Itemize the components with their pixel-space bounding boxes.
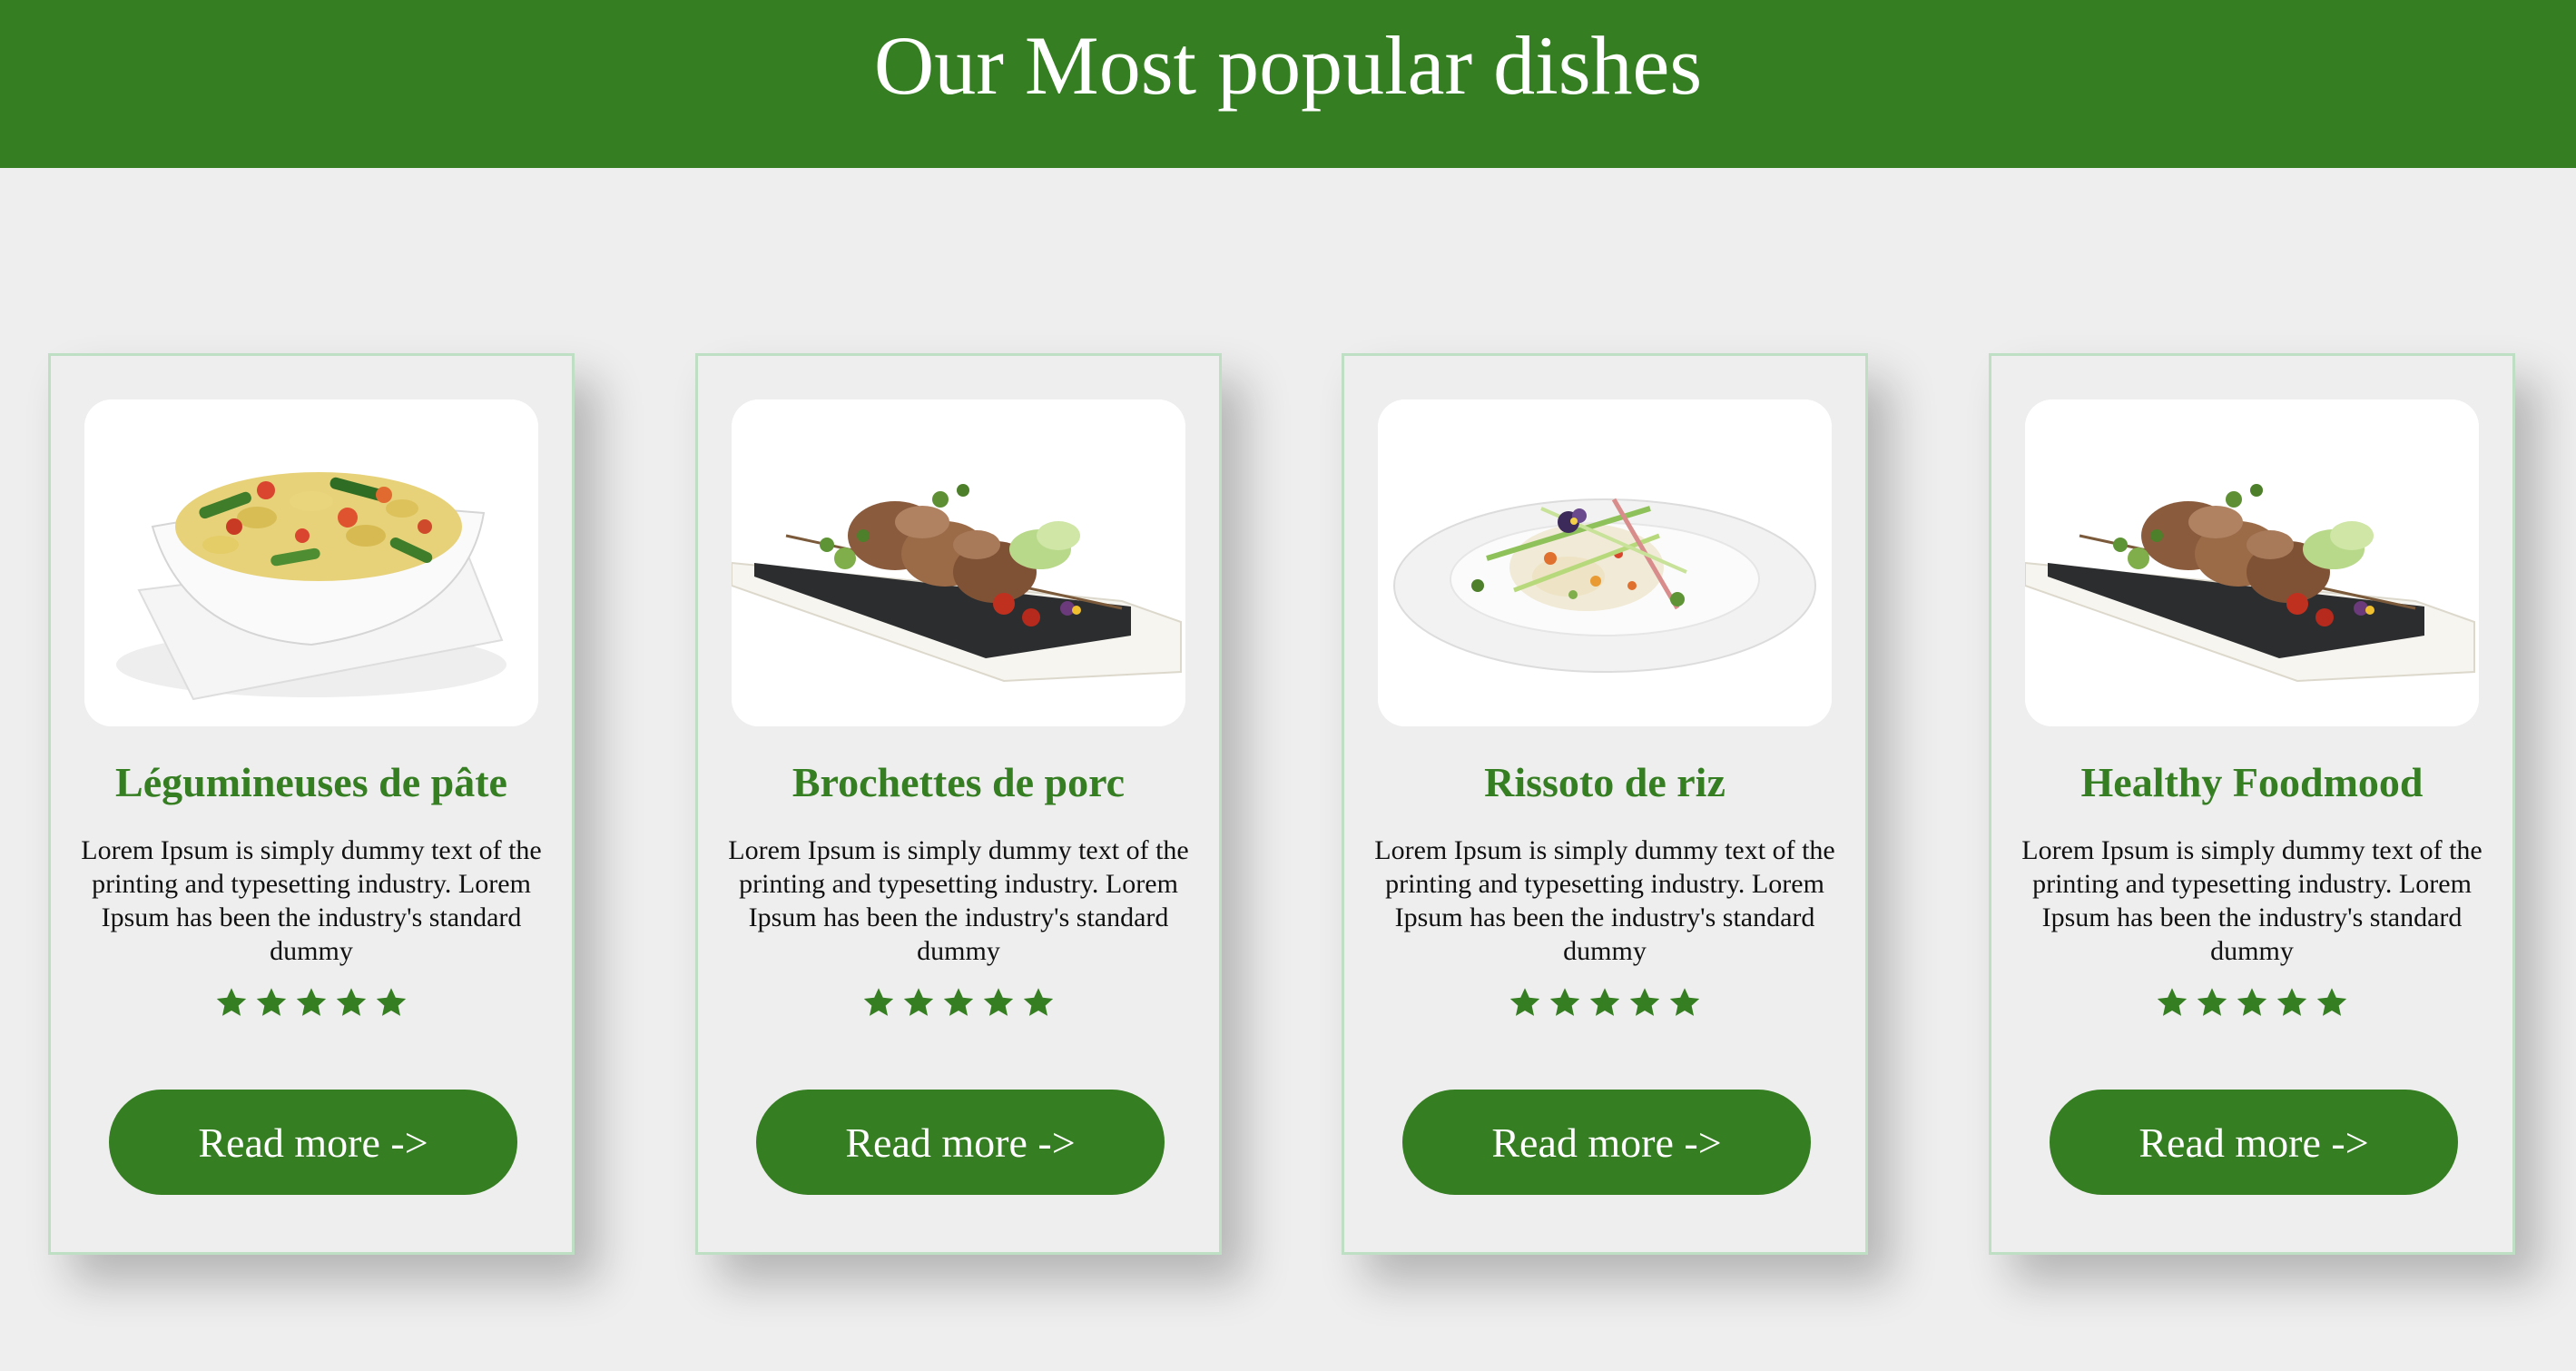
dish-photo-risotto bbox=[1378, 399, 1832, 726]
star-icon bbox=[2237, 988, 2267, 1016]
star-icon bbox=[943, 988, 974, 1016]
star-icon bbox=[2157, 988, 2188, 1016]
dish-description: Lorem Ipsum is simply dummy text of the … bbox=[81, 835, 542, 966]
star-icon bbox=[1629, 988, 1660, 1016]
star-icon bbox=[2316, 988, 2347, 1016]
star-icon bbox=[2276, 988, 2307, 1016]
dish-photo-skewers bbox=[732, 399, 1185, 726]
star-icon bbox=[2197, 988, 2227, 1016]
star-icon bbox=[1549, 988, 1580, 1016]
dish-card: Brochettes de porc Lorem Ipsum is simply… bbox=[695, 353, 1222, 1255]
star-icon bbox=[256, 988, 287, 1016]
dish-description: Lorem Ipsum is simply dummy text of the … bbox=[728, 835, 1189, 966]
rating-stars bbox=[698, 986, 1219, 1026]
star-icon bbox=[376, 988, 407, 1016]
star-icon bbox=[1589, 988, 1620, 1016]
dish-title: Healthy Foodmood bbox=[2080, 759, 2424, 805]
rating-stars bbox=[1991, 986, 2512, 1026]
rating-stars bbox=[51, 986, 572, 1026]
rating-stars bbox=[1344, 986, 1865, 1026]
dish-description: Lorem Ipsum is simply dummy text of the … bbox=[2021, 835, 2483, 966]
star-icon bbox=[296, 988, 327, 1016]
read-more-button[interactable]: Read more -> bbox=[109, 1090, 517, 1195]
read-more-button[interactable]: Read more -> bbox=[756, 1090, 1165, 1195]
dish-title: Rissoto de riz bbox=[1484, 759, 1726, 805]
star-icon bbox=[1023, 988, 1054, 1016]
dish-title: Légumineuses de pâte bbox=[115, 759, 507, 805]
star-icon bbox=[1669, 988, 1700, 1016]
pasta-salad-image bbox=[84, 399, 538, 726]
star-icon bbox=[216, 988, 247, 1016]
rice-risotto-image bbox=[1378, 399, 1832, 726]
dish-photo-pasta bbox=[84, 399, 538, 726]
dish-title: Brochettes de porc bbox=[791, 759, 1126, 805]
dish-card: Légumineuses de pâte Lorem Ipsum is simp… bbox=[48, 353, 575, 1255]
pork-skewers-image bbox=[732, 399, 1185, 726]
dish-cards: Légumineuses de pâte Lorem Ipsum is simp… bbox=[0, 0, 2576, 1371]
pork-skewers-image bbox=[2025, 399, 2479, 726]
star-icon bbox=[903, 988, 934, 1016]
dish-card: Healthy Foodmood Lorem Ipsum is simply d… bbox=[1989, 353, 2515, 1255]
read-more-button[interactable]: Read more -> bbox=[1402, 1090, 1811, 1195]
star-icon bbox=[983, 988, 1014, 1016]
star-icon bbox=[336, 988, 367, 1016]
dish-card: Rissoto de riz Lorem Ipsum is simply dum… bbox=[1342, 353, 1868, 1255]
star-icon bbox=[863, 988, 894, 1016]
dish-description: Lorem Ipsum is simply dummy text of the … bbox=[1374, 835, 1835, 966]
star-icon bbox=[1509, 988, 1540, 1016]
read-more-button[interactable]: Read more -> bbox=[2050, 1090, 2458, 1195]
dish-photo-skewers bbox=[2025, 399, 2479, 726]
